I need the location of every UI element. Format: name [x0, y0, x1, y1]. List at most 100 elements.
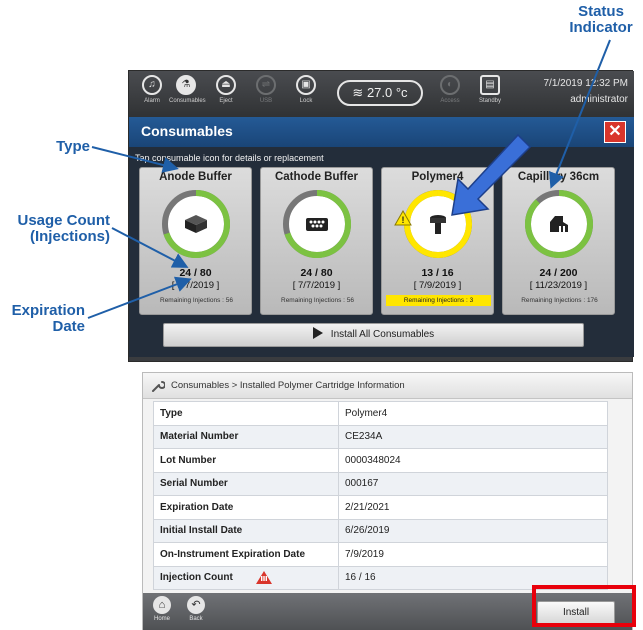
row-value: 7/9/2019	[338, 542, 608, 567]
table-row: Material Number CE234A	[153, 424, 608, 449]
info-header: Consumables > Installed Polymer Cartridg…	[143, 373, 632, 399]
table-row: Lot Number 0000348024	[153, 448, 608, 473]
card-title: Polymer4	[411, 171, 464, 183]
install-all-consumables-button[interactable]: Install All Consumables	[163, 323, 584, 347]
callout-usage-line1: Usage Count	[17, 212, 110, 229]
home-button[interactable]: ⌂ Home	[147, 596, 177, 622]
card-usage-count: 24 / 200	[539, 267, 578, 279]
row-key: Expiration Date	[153, 495, 339, 520]
card-remaining-injections: Remaining Injections : 176	[521, 297, 598, 304]
back-label: Back	[189, 616, 203, 622]
row-value: Polymer4	[338, 401, 608, 426]
play-icon	[312, 327, 323, 339]
callout-expiration-line2: Date	[52, 318, 85, 335]
card-remaining-injections: Remaining Injections : 56	[160, 297, 233, 304]
table-row: Serial Number 000167	[153, 471, 608, 496]
current-user: administrator	[570, 94, 628, 105]
warning-icon: !	[394, 210, 412, 226]
status-ring	[525, 190, 593, 258]
callout-usage-count: Usage Count (Injections)	[0, 213, 110, 245]
callout-expiration-date: Expiration Date	[10, 303, 85, 335]
usb-label: USB	[259, 98, 273, 104]
row-key: Lot Number	[153, 448, 339, 473]
install-highlight-box	[532, 585, 636, 627]
card-remaining-injections: Remaining Injections : 56	[281, 297, 354, 304]
wrench-icon	[152, 381, 165, 392]
row-key: Type	[153, 401, 339, 426]
eject-icon: ⏏	[216, 75, 236, 95]
table-row: On-Instrument Expiration Date 7/9/2019	[153, 542, 608, 567]
row-key: Material Number	[153, 424, 339, 449]
panel-title: Consumables	[141, 123, 233, 139]
consumables-button[interactable]: ⚗ Consumables	[169, 75, 206, 113]
row-key: On-Instrument Expiration Date	[153, 542, 339, 567]
consumable-card-cathode-buffer[interactable]: Cathode Buffer 24 / 80 [ 7/7/2019 ] Rema…	[260, 167, 373, 315]
temperature-indicator[interactable]: ≋ 27.0 °c	[337, 80, 423, 106]
consumables-screen: ♫ Alarm ⚗ Consumables ⏏ Eject ⇌ USB ▣ Lo…	[128, 70, 634, 362]
card-expiration-date: [ 7/9/2019 ]	[413, 280, 462, 291]
row-value: 6/26/2019	[338, 518, 608, 543]
table-row: Expiration Date 2/21/2021	[153, 495, 608, 520]
usb-icon: ⇌	[256, 75, 276, 95]
row-key-with-alert: Injection Count	[153, 565, 339, 590]
close-icon: ✕	[608, 123, 622, 140]
lock-icon: ▣	[296, 75, 316, 95]
row-value: 0000348024	[338, 448, 608, 473]
row-key: Injection Count	[160, 572, 233, 584]
lock-button[interactable]: ▣ Lock	[289, 75, 323, 113]
table-row: Type Polymer4	[153, 401, 608, 426]
anode-buffer-icon	[185, 215, 207, 233]
alarm-bell-icon: ♫	[142, 75, 162, 95]
callout-status-line2: Indicator	[569, 19, 633, 36]
consumable-card-polymer4[interactable]: Polymer4 ! 13 / 16 [ 7/9/2019 ] Remainin…	[381, 167, 494, 315]
callout-type: Type	[56, 138, 90, 155]
cathode-buffer-icon	[306, 218, 328, 231]
status-ring	[404, 190, 472, 258]
consumable-card-anode-buffer[interactable]: Anode Buffer 24 / 80 [ 7/7/2019 ] Remain…	[139, 167, 252, 315]
standby-button[interactable]: ▤ Standby	[473, 75, 507, 113]
home-label: Home	[153, 616, 170, 622]
card-title: Anode Buffer	[159, 171, 232, 183]
card-usage-count: 24 / 80	[300, 267, 333, 279]
polymer-cartridge-icon	[430, 215, 446, 234]
temperature-value: 27.0 °c	[366, 85, 408, 100]
panel-header: Consumables ✕	[129, 117, 634, 147]
alert-icon	[255, 571, 272, 585]
eject-button[interactable]: ⏏ Eject	[209, 75, 243, 113]
standby-label: Standby	[478, 98, 502, 104]
standby-icon: ▤	[480, 75, 500, 95]
callout-status-line1: Status	[578, 3, 624, 20]
card-expiration-date: [ 11/23/2019 ]	[529, 280, 588, 291]
consumables-label: Consumables	[169, 98, 206, 104]
card-remaining-injections: Remaining Injections : 3	[386, 295, 491, 306]
back-arrow-icon: ↶	[187, 596, 205, 614]
card-expiration-date: [ 7/7/2019 ]	[292, 280, 341, 291]
consumable-card-capillary[interactable]: Capillary 36cm 24 / 200 [ 11/23/2019 ] R…	[502, 167, 615, 315]
back-button[interactable]: ↶ Back	[181, 596, 211, 622]
flask-icon: ⚗	[176, 75, 196, 95]
status-datetime: 7/1/2019 12:32 PM administrator	[543, 76, 628, 108]
close-button[interactable]: ✕	[604, 121, 626, 143]
usb-button[interactable]: ⇌ USB	[249, 75, 283, 113]
capillary-array-icon	[550, 216, 568, 233]
eject-label: Eject	[219, 98, 233, 104]
consumables-panel: Consumables ✕ Tap consumable icon for de…	[129, 117, 634, 357]
row-key: Serial Number	[153, 471, 339, 496]
access-icon: ◐	[440, 75, 460, 95]
status-ring	[283, 190, 351, 258]
row-value: CE234A	[338, 424, 608, 449]
table-row: Initial Install Date 6/26/2019	[153, 518, 608, 543]
access-button[interactable]: ◐ Access	[433, 75, 467, 113]
callout-expiration-line1: Expiration	[11, 302, 85, 319]
lock-label: Lock	[299, 98, 313, 104]
alarm-button[interactable]: ♫ Alarm	[135, 75, 169, 113]
row-key: Initial Install Date	[153, 518, 339, 543]
status-ring	[162, 190, 230, 258]
card-expiration-date: [ 7/7/2019 ]	[171, 280, 220, 291]
callout-usage-line2: (Injections)	[29, 228, 110, 245]
access-label: Access	[440, 98, 460, 104]
top-toolbar: ♫ Alarm ⚗ Consumables ⏏ Eject ⇌ USB ▣ Lo…	[129, 71, 634, 117]
row-value: 000167	[338, 471, 608, 496]
annotated-screenshot: Status Indicator Type Usage Count (Injec…	[0, 0, 643, 630]
card-usage-count: 24 / 80	[179, 267, 212, 279]
